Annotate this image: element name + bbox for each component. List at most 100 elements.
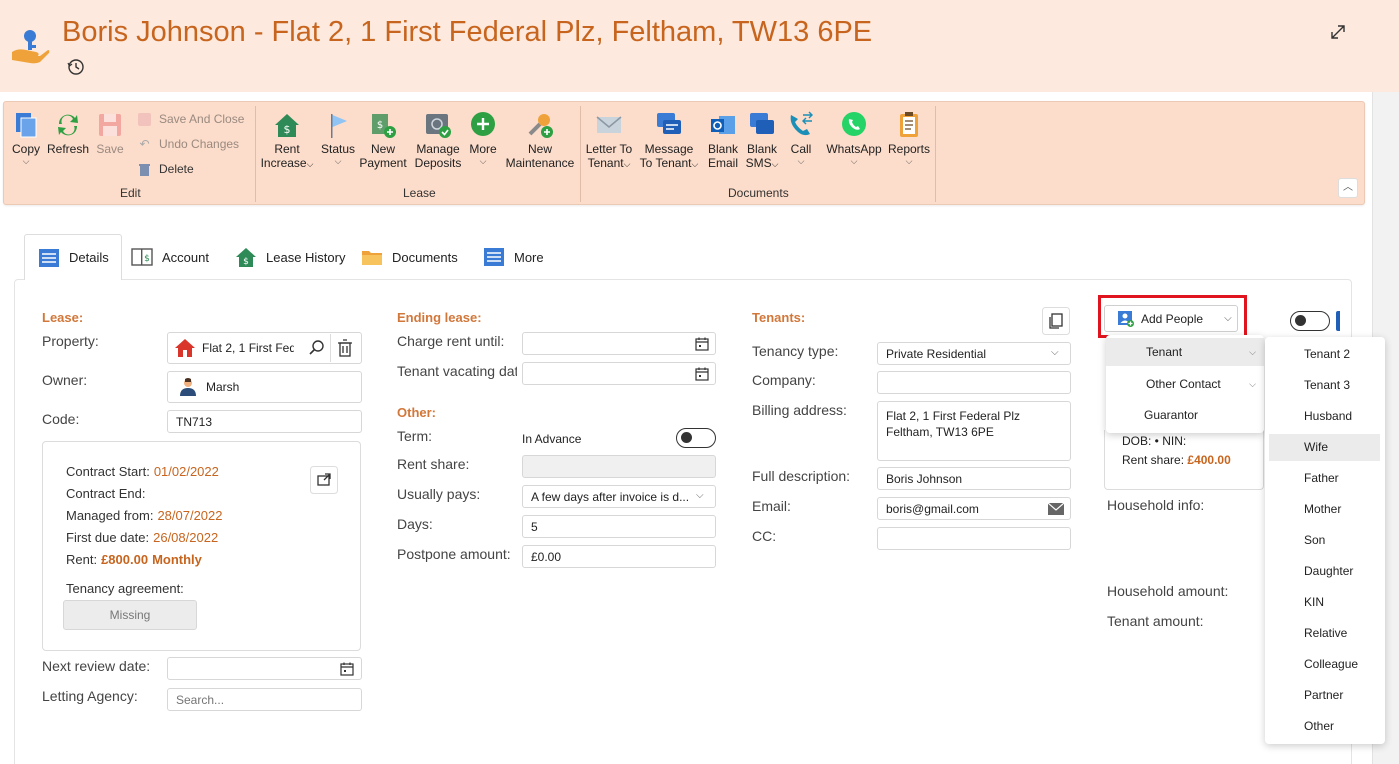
other-section-title: Other: (397, 405, 436, 420)
whatsapp-button[interactable]: WhatsApp ⌵ (824, 110, 884, 166)
submenu-item[interactable]: KIN (1269, 589, 1380, 616)
trash-icon (139, 163, 150, 176)
message-to-tenant-button[interactable]: Message To Tenant⌵ (636, 110, 702, 171)
list-icon (39, 248, 59, 267)
chevron-down-icon: ⌵ (771, 159, 779, 169)
cc-label: CC: (752, 528, 777, 544)
missing-agreement-button[interactable]: Missing (63, 600, 197, 630)
property-label: Property: (42, 333, 99, 349)
history-icon[interactable] (67, 58, 85, 76)
tab-more[interactable]: More (470, 234, 556, 280)
menu-item-other-contact[interactable]: Other Contact ⌵ (1106, 370, 1264, 398)
tenant-vacating-label: Tenant vacating dat (397, 363, 517, 379)
svg-text:$: $ (284, 123, 291, 136)
open-external-icon[interactable] (310, 466, 338, 494)
chevron-down-icon: ⌵ (905, 156, 913, 166)
lease-section-title: Lease: (42, 310, 84, 325)
tab-account[interactable]: $ Account (118, 234, 221, 280)
call-button[interactable]: Call ⌵ (786, 110, 816, 166)
group-divider (580, 106, 581, 202)
trash-icon[interactable] (337, 339, 353, 357)
billing-address-field[interactable]: Flat 2, 1 First Federal Plz Feltham, TW1… (877, 401, 1071, 461)
tenancy-type-label: Tenancy type: (752, 343, 839, 359)
usually-pays-select[interactable]: A few days after invoice is d... (522, 485, 716, 508)
ribbon-collapse-button[interactable]: ︿ (1338, 178, 1358, 198)
refresh-button[interactable]: Refresh (46, 110, 90, 156)
more-lease-button[interactable]: More ⌵ (466, 110, 500, 166)
rent-share-field[interactable] (522, 455, 716, 478)
page-title: Boris Johnson - Flat 2, 1 First Federal … (62, 16, 873, 48)
menu-item-guarantor[interactable]: Guarantor (1106, 401, 1264, 429)
tab-documents[interactable]: Documents (348, 234, 470, 280)
chevron-down-icon: ⌵ (306, 159, 314, 169)
people-toggle[interactable] (1290, 311, 1330, 331)
calendar-icon[interactable] (340, 662, 354, 676)
charge-rent-field[interactable] (522, 332, 716, 355)
expand-icon[interactable] (1328, 22, 1348, 42)
tab-lease-history[interactable]: $ Lease History (222, 234, 357, 280)
new-payment-button[interactable]: $ New Payment (358, 110, 408, 170)
owner-field[interactable]: Marsh (167, 371, 362, 403)
save-button[interactable]: Save (94, 110, 126, 156)
rent-increase-button[interactable]: $ Rent Increase⌵ (258, 110, 316, 171)
letting-agency-search-input[interactable] (167, 688, 362, 711)
status-button[interactable]: Status ⌵ (318, 110, 358, 166)
new-maintenance-button[interactable]: New Maintenance (504, 110, 576, 170)
calendar-icon[interactable] (695, 367, 709, 381)
managed-from-row: Managed from: 28/07/2022 (66, 508, 223, 523)
submenu-item[interactable]: Father (1269, 465, 1380, 492)
reports-button[interactable]: Reports ⌵ (886, 110, 932, 166)
submenu-item[interactable]: Mother (1269, 496, 1380, 523)
add-people-button[interactable]: Add People ⌵ (1104, 305, 1238, 332)
submenu-item[interactable]: Other (1269, 713, 1380, 740)
calendar-icon[interactable] (695, 337, 709, 351)
blank-sms-button[interactable]: Blank SMS⌵ (744, 110, 780, 171)
submenu-item[interactable]: Daughter (1269, 558, 1380, 585)
chat-bubbles-icon (657, 113, 681, 134)
chevron-down-icon: ⌵ (691, 159, 699, 169)
chevron-down-icon: ⌵ (623, 159, 631, 169)
submenu-item[interactable]: Tenant 2 (1269, 341, 1380, 368)
ending-lease-section-title: Ending lease: (397, 310, 482, 325)
contract-start-row: Contract Start: 01/02/2022 (66, 464, 219, 479)
envelope-icon[interactable] (1048, 503, 1064, 515)
property-field[interactable]: Flat 2, 1 First Fede (167, 332, 362, 364)
search-icon[interactable] (308, 339, 326, 357)
full-description-field[interactable]: Boris Johnson (877, 467, 1071, 490)
save-and-close-button[interactable]: Save And Close (138, 112, 244, 126)
menu-item-tenant[interactable]: Tenant ⌵ (1106, 338, 1264, 366)
days-field[interactable]: 5 (522, 515, 716, 538)
code-field[interactable]: TN713 (167, 410, 362, 433)
owner-label: Owner: (42, 372, 88, 388)
submenu-item[interactable]: Tenant 3 (1269, 372, 1380, 399)
group-label-edit: Edit (120, 186, 141, 200)
postpone-amount-field[interactable]: £0.00 (522, 545, 716, 568)
undo-changes-button[interactable]: ↶ Undo Changes (138, 137, 239, 151)
submenu-item[interactable]: Partner (1269, 682, 1380, 709)
blank-email-button[interactable]: Blank Email (704, 110, 742, 170)
next-review-field[interactable] (167, 657, 362, 680)
submenu-item[interactable]: Relative (1269, 620, 1380, 647)
letter-to-tenant-button[interactable]: Letter To Tenant⌵ (582, 110, 636, 171)
phone-transfer-icon (790, 111, 813, 136)
manage-deposits-button[interactable]: Manage Deposits (410, 110, 466, 170)
delete-button[interactable]: Delete (138, 162, 194, 176)
maintenance-add-icon (528, 114, 553, 138)
email-field[interactable]: boris@gmail.com (877, 497, 1071, 520)
copy-icon[interactable] (1042, 307, 1070, 335)
tab-details[interactable]: Details (24, 234, 122, 280)
copy-button[interactable]: Copy ⌵ (8, 110, 44, 166)
tenant-vacating-field[interactable] (522, 362, 716, 385)
house-icon (175, 339, 195, 357)
submenu-item[interactable]: Wife (1269, 434, 1380, 461)
submenu-item[interactable]: Son (1269, 527, 1380, 554)
submenu-item[interactable]: Husband (1269, 403, 1380, 430)
cc-field[interactable] (877, 527, 1071, 550)
company-field[interactable] (877, 371, 1071, 394)
term-toggle[interactable] (676, 428, 716, 448)
toggle-knob (681, 432, 692, 443)
charge-rent-label: Charge rent until: (397, 333, 505, 349)
submenu-item[interactable]: Colleague (1269, 651, 1380, 678)
tenancy-type-select[interactable]: Private Residential (877, 342, 1071, 365)
whatsapp-icon (842, 112, 866, 136)
